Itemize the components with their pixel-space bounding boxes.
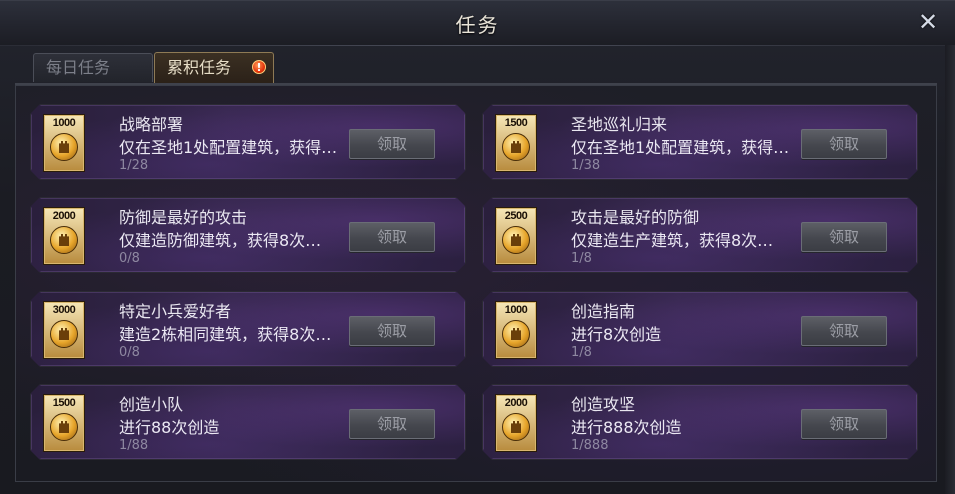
task-card: 1500 创造小队 进行88次创造 1/88 领取 bbox=[30, 384, 466, 460]
gold-coin-icon bbox=[502, 226, 530, 254]
reward-amount: 1500 bbox=[504, 117, 528, 129]
task-card: 2000 创造攻坚 进行888次创造 1/888 领取 bbox=[482, 384, 918, 460]
task-card: 1000 战略部署 仅在圣地1处配置建筑，获得… 1/28 领取 bbox=[30, 104, 466, 180]
reward-badge: 3000 bbox=[43, 301, 85, 359]
claim-button[interactable]: 领取 bbox=[801, 129, 887, 159]
task-description: 进行88次创造 bbox=[119, 418, 220, 437]
task-card: 1500 圣地巡礼归来 仅在圣地1处配置建筑，获得… 1/38 领取 bbox=[482, 104, 918, 180]
reward-amount: 1000 bbox=[52, 117, 76, 129]
task-progress: 1/88 bbox=[119, 438, 149, 453]
task-progress: 0/8 bbox=[119, 345, 140, 360]
reward-badge: 1500 bbox=[495, 114, 537, 172]
tab-daily-tasks[interactable]: 每日任务 bbox=[33, 53, 153, 82]
task-card: 2500 攻击是最好的防御 仅建造生产建筑，获得8次… 1/8 领取 bbox=[482, 197, 918, 273]
gold-coin-icon bbox=[50, 133, 78, 161]
tab-label: 累积任务 bbox=[167, 58, 232, 77]
task-description: 进行8次创造 bbox=[571, 325, 662, 344]
task-description: 仅在圣地1处配置建筑，获得… bbox=[571, 138, 790, 157]
reward-badge: 2000 bbox=[495, 394, 537, 452]
reward-badge: 1500 bbox=[43, 394, 85, 452]
claim-button[interactable]: 领取 bbox=[801, 409, 887, 439]
gold-coin-icon bbox=[502, 133, 530, 161]
task-name: 创造指南 bbox=[571, 302, 636, 321]
title-bar: 任务 ✕ bbox=[0, 1, 955, 46]
claim-button[interactable]: 领取 bbox=[349, 222, 435, 252]
reward-badge: 2500 bbox=[495, 207, 537, 265]
task-progress: 1/28 bbox=[119, 158, 149, 173]
task-progress: 1/38 bbox=[571, 158, 601, 173]
close-icon[interactable]: ✕ bbox=[916, 10, 940, 34]
task-name: 防御是最好的攻击 bbox=[119, 208, 248, 227]
task-description: 建造2栋相同建筑，获得8次… bbox=[119, 325, 332, 344]
task-description: 仅建造生产建筑，获得8次… bbox=[571, 231, 774, 250]
task-window: 任务 ✕ 每日任务 累积任务 ! 1000 战略部署 仅在圣地1处配置建筑，获得… bbox=[0, 0, 955, 494]
task-name: 战略部署 bbox=[119, 115, 184, 134]
reward-amount: 1000 bbox=[504, 304, 528, 316]
task-progress: 1/888 bbox=[571, 438, 609, 453]
task-progress: 1/8 bbox=[571, 251, 592, 266]
reward-amount: 2000 bbox=[504, 397, 528, 409]
gold-coin-icon bbox=[50, 226, 78, 254]
alert-badge-icon: ! bbox=[252, 60, 266, 74]
claim-button[interactable]: 领取 bbox=[349, 129, 435, 159]
reward-amount: 3000 bbox=[52, 304, 76, 316]
gold-coin-icon bbox=[502, 320, 530, 348]
task-name: 创造攻坚 bbox=[571, 395, 636, 414]
claim-button[interactable]: 领取 bbox=[349, 409, 435, 439]
tab-label: 每日任务 bbox=[46, 58, 111, 77]
task-description: 进行888次创造 bbox=[571, 418, 682, 437]
task-card: 1000 创造指南 进行8次创造 1/8 领取 bbox=[482, 291, 918, 367]
task-description: 仅建造防御建筑，获得8次… bbox=[119, 231, 322, 250]
claim-button[interactable]: 领取 bbox=[349, 316, 435, 346]
task-name: 圣地巡礼归来 bbox=[571, 115, 668, 134]
reward-badge: 1000 bbox=[495, 301, 537, 359]
reward-badge: 2000 bbox=[43, 207, 85, 265]
window-edge bbox=[945, 45, 955, 494]
task-name: 特定小兵爱好者 bbox=[119, 302, 232, 321]
gold-coin-icon bbox=[50, 413, 78, 441]
claim-button[interactable]: 领取 bbox=[801, 316, 887, 346]
reward-amount: 1500 bbox=[52, 397, 76, 409]
task-card: 2000 防御是最好的攻击 仅建造防御建筑，获得8次… 0/8 领取 bbox=[30, 197, 466, 273]
tab-cumulative-tasks[interactable]: 累积任务 ! bbox=[154, 52, 274, 83]
task-name: 攻击是最好的防御 bbox=[571, 208, 700, 227]
task-description: 仅在圣地1处配置建筑，获得… bbox=[119, 138, 338, 157]
claim-button[interactable]: 领取 bbox=[801, 222, 887, 252]
task-progress: 0/8 bbox=[119, 251, 140, 266]
task-card: 3000 特定小兵爱好者 建造2栋相同建筑，获得8次… 0/8 领取 bbox=[30, 291, 466, 367]
gold-coin-icon bbox=[50, 320, 78, 348]
gold-coin-icon bbox=[502, 413, 530, 441]
task-name: 创造小队 bbox=[119, 395, 184, 414]
reward-amount: 2000 bbox=[52, 210, 76, 222]
task-progress: 1/8 bbox=[571, 345, 592, 360]
window-title: 任务 bbox=[455, 13, 500, 37]
reward-badge: 1000 bbox=[43, 114, 85, 172]
reward-amount: 2500 bbox=[504, 210, 528, 222]
